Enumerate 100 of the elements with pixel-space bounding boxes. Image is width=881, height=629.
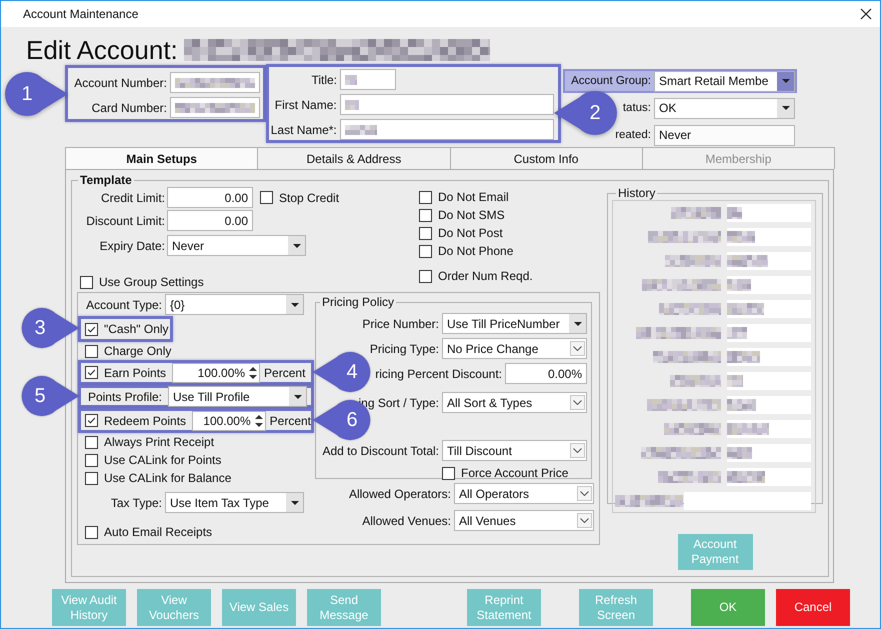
checkbox-label: Always Print Receipt	[104, 435, 214, 449]
redacted-text-drawing	[727, 303, 764, 315]
spinner-arrows-icon[interactable]	[249, 364, 258, 380]
dropdown[interactable]: Use Item Tax Type	[165, 492, 304, 513]
checkbox-label: Stop Credit	[279, 190, 340, 204]
checkbox[interactable]	[442, 466, 455, 480]
field-label: Card Number:	[92, 100, 167, 114]
field-label: Account Type:	[85, 298, 162, 312]
checkbox[interactable]	[85, 322, 98, 336]
checkbox[interactable]	[419, 244, 432, 258]
checkbox[interactable]	[80, 276, 93, 288]
tab[interactable]: Main Setups	[65, 147, 258, 169]
redacted-text-drawing	[615, 495, 684, 507]
redacted-text-drawing	[659, 303, 721, 315]
dropdown[interactable]: OK	[654, 98, 795, 118]
dropdown[interactable]: All Sort & Types	[442, 392, 587, 413]
checkbox-label: Use CALink for Balance	[104, 471, 232, 485]
spin-field[interactable]: 100.00%	[172, 362, 260, 382]
input-field[interactable]: 0.00%	[505, 363, 587, 384]
input-field[interactable]	[340, 94, 554, 115]
redacted-text-drawing	[670, 375, 721, 387]
redacted-text-drawing	[727, 231, 755, 243]
checkbox-label: Do Not Phone	[438, 244, 514, 258]
caret-icon	[290, 500, 298, 504]
checkbox[interactable]	[85, 414, 98, 427]
dropdown[interactable]: Till Discount	[442, 440, 587, 461]
field-label: Last Name*:	[270, 122, 337, 136]
redacted-text-drawing	[727, 447, 752, 459]
checkbox-label: Force Account Price	[461, 466, 568, 480]
checkbox-label: Order Num Reqd.	[438, 269, 533, 283]
tab[interactable]: Custom Info	[450, 147, 643, 169]
redacted-text-drawing	[727, 375, 743, 387]
field-label: tatus:	[622, 102, 651, 114]
field-label: Price Number:	[362, 316, 439, 330]
input-field[interactable]: 0.00	[167, 210, 253, 231]
input-field[interactable]	[170, 72, 260, 93]
checkbox[interactable]	[85, 472, 98, 484]
checkbox-label: Redeem Points	[104, 414, 186, 428]
redacted-text-drawing	[727, 327, 747, 339]
dropdown[interactable]: All Operators	[454, 483, 594, 504]
checkbox[interactable]	[85, 436, 98, 448]
field-label: Tax Type:	[110, 496, 162, 510]
field-label: Discount Limit:	[85, 214, 165, 228]
checkbox-label: Use CALink for Points	[104, 453, 222, 467]
dropdown[interactable]: Use Till PriceNumber	[442, 313, 587, 334]
input-field[interactable]	[340, 119, 554, 140]
redacted-text-drawing	[664, 423, 721, 435]
checkbox[interactable]	[419, 226, 432, 240]
caret-icon	[782, 106, 790, 110]
dropdown[interactable]: No Price Change	[442, 338, 587, 359]
dropdown[interactable]: Smart Retail Membe	[654, 70, 795, 92]
checkbox-label: Do Not SMS	[438, 208, 505, 222]
unit-label: Percent	[264, 366, 306, 380]
redacted-text-drawing	[727, 423, 769, 435]
readonly-field: Never	[654, 124, 795, 146]
caret-icon	[292, 244, 300, 248]
redacted-text-drawing	[727, 207, 742, 219]
tab[interactable]: Details & Address	[257, 147, 450, 169]
caret-icon	[294, 394, 302, 398]
checkbox-label: Auto Email Receipts	[104, 525, 212, 539]
redacted-text-drawing	[653, 351, 721, 363]
redacted-text-drawing	[658, 471, 721, 483]
input-field[interactable]: 0.00	[167, 187, 253, 208]
caret-icon	[290, 302, 298, 306]
spinner-arrows-icon[interactable]	[254, 412, 263, 428]
redacted-text-drawing	[671, 207, 721, 219]
redacted-text-drawing	[665, 255, 721, 267]
checkbox[interactable]	[419, 190, 432, 204]
chevron-icon	[573, 400, 582, 405]
group-title: Pricing Policy	[321, 295, 396, 309]
field-label: reated:	[615, 129, 651, 141]
group-title: Template	[79, 173, 133, 187]
page-title: Edit Account:	[26, 34, 178, 66]
chevron-icon	[573, 448, 582, 453]
checkbox[interactable]	[85, 344, 98, 358]
caret-icon	[574, 322, 582, 326]
checkbox[interactable]	[419, 270, 432, 282]
spin-field[interactable]: 100.00%	[192, 410, 266, 430]
checkbox[interactable]	[419, 208, 432, 222]
input-field[interactable]	[170, 97, 260, 118]
redacted-text-drawing	[727, 399, 756, 411]
checkbox[interactable]	[85, 526, 98, 538]
input-field[interactable]	[340, 69, 396, 90]
checkbox[interactable]	[85, 454, 98, 466]
checkbox-label: Charge Only	[104, 344, 172, 358]
field-label: Allowed Operators:	[348, 486, 451, 500]
checkbox[interactable]	[85, 366, 98, 379]
field-label: Add to Discount Total:	[322, 444, 439, 458]
dropdown[interactable]: Never	[167, 235, 306, 256]
close-icon[interactable]	[860, 8, 872, 20]
dropdown[interactable]: {0}	[165, 294, 304, 315]
field-label: Allowed Venues:	[362, 514, 451, 528]
checkbox[interactable]	[260, 191, 273, 204]
redacted-text-drawing	[727, 279, 751, 291]
checkbox-label: Do Not Email	[438, 190, 509, 204]
window-title: Account Maintenance	[23, 7, 138, 21]
dropdown[interactable]: Use Till Profile	[168, 386, 307, 407]
dropdown[interactable]: All Venues	[454, 510, 594, 531]
chevron-icon	[580, 518, 589, 523]
footer-button[interactable]: Cancel	[776, 589, 850, 626]
